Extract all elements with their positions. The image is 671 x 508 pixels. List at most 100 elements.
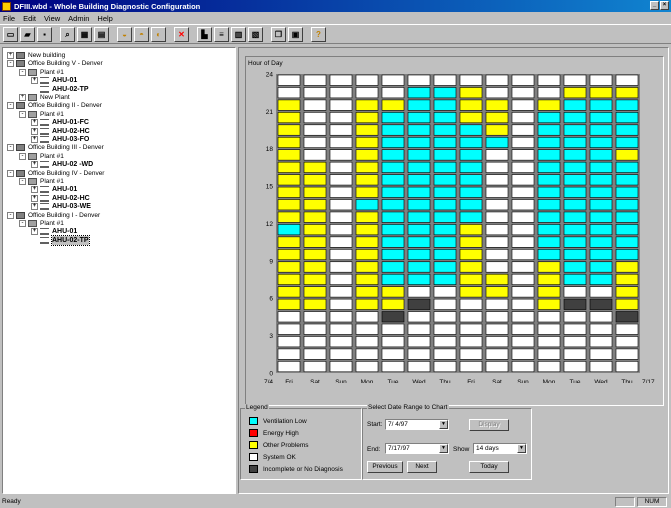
expand-icon[interactable]: [31, 85, 38, 93]
chevron-down-icon[interactable]: ▼: [517, 444, 526, 453]
other-problems-cell: [303, 174, 327, 186]
date-range-title: Select Date Range to Chart: [367, 404, 449, 411]
expand-icon[interactable]: [31, 236, 38, 244]
expand-icon[interactable]: +: [31, 161, 38, 169]
expand-icon[interactable]: +: [31, 203, 38, 211]
system-ok-cell: [511, 99, 535, 111]
chevron-down-icon[interactable]: ▼: [439, 420, 448, 429]
building-tree[interactable]: + New building - Office Building V - Denver…: [2, 47, 236, 494]
tree-node-ahu[interactable]: AHU-02-TP: [31, 234, 90, 246]
system-ok-cell: [511, 161, 535, 173]
other-problems-cell: [277, 236, 301, 248]
chevron-down-icon[interactable]: ▼: [439, 444, 448, 453]
system-ok-cell: [485, 323, 509, 335]
menu-help[interactable]: Help: [97, 14, 112, 23]
cascade-icon[interactable]: ❐: [271, 26, 286, 42]
system-ok-cell: [563, 311, 587, 323]
collapse-icon[interactable]: -: [19, 220, 26, 227]
expand-icon[interactable]: +: [31, 228, 38, 236]
ventilation-low-cell: [537, 199, 561, 211]
delete-icon[interactable]: ✕: [174, 26, 189, 42]
diagnostic-chart[interactable]: 0 3 6 9 12 15 18 21 24 Fri Sat Sun Mon Tue Wed Thu Fri Sa…: [262, 66, 668, 384]
expand-icon[interactable]: +: [19, 94, 26, 101]
expand-icon[interactable]: +: [31, 119, 38, 127]
collapse-icon[interactable]: -: [7, 169, 14, 177]
previous-button[interactable]: Previous: [367, 461, 403, 473]
close-button[interactable]: ×: [660, 1, 669, 10]
expand-icon[interactable]: +: [31, 77, 38, 85]
system-ok-cell: [303, 99, 327, 111]
ventilation-low-cell: [563, 161, 587, 173]
other-problems-cell: [355, 149, 379, 161]
table-icon[interactable]: ▤: [94, 26, 109, 42]
help-icon[interactable]: ?: [311, 26, 326, 42]
other-problems-cell: [537, 286, 561, 298]
tile-icon[interactable]: ▣: [288, 26, 303, 42]
show-days-select[interactable]: 14 days ▼: [473, 443, 527, 454]
collapse-icon[interactable]: -: [7, 60, 14, 68]
system-ok-cell: [511, 199, 535, 211]
other-problems-cell: [615, 273, 639, 285]
expand-icon[interactable]: +: [31, 136, 38, 143]
other-problems-cell: [277, 149, 301, 161]
legend-item-ventilation-low: Ventilation Low: [249, 417, 307, 425]
expand-icon[interactable]: +: [31, 127, 38, 135]
ventilation-low-cell: [537, 136, 561, 148]
system-ok-cell: [329, 298, 353, 310]
other-problems-cell: [355, 136, 379, 148]
start-date-select[interactable]: 7/ 4/97 ▼: [385, 419, 449, 430]
save-icon[interactable]: ▪: [37, 26, 52, 42]
wb1-icon[interactable]: ◒: [117, 26, 132, 42]
ventilation-low-cell: [433, 236, 457, 248]
system-ok-cell: [511, 311, 535, 323]
wb3-icon[interactable]: ◐: [151, 26, 166, 42]
x-tick-label: Sun: [335, 379, 347, 383]
display-button[interactable]: Display: [469, 419, 509, 431]
list-icon[interactable]: ≡: [214, 26, 229, 42]
ventilation-low-cell: [433, 186, 457, 198]
menu-view[interactable]: View: [44, 14, 60, 23]
expand-icon[interactable]: +: [31, 186, 38, 194]
other-problems-cell: [459, 112, 483, 124]
ventilation-low-cell: [563, 261, 587, 273]
ventilation-low-cell: [407, 174, 431, 186]
menu-edit[interactable]: Edit: [23, 14, 36, 23]
new-icon[interactable]: ▭: [3, 26, 18, 42]
collapse-icon[interactable]: -: [19, 110, 26, 118]
ventilation-low-cell: [407, 236, 431, 248]
other-problems-cell: [277, 112, 301, 124]
ventilation-low-cell: [433, 99, 457, 111]
open-icon[interactable]: ▰: [20, 26, 35, 42]
system-ok-cell: [329, 286, 353, 298]
expand-icon[interactable]: +: [7, 52, 14, 59]
end-date-select[interactable]: 7/17/97 ▼: [385, 443, 449, 454]
menu-file[interactable]: File: [3, 14, 15, 23]
today-button[interactable]: Today: [469, 461, 509, 473]
legend-swatch: [249, 453, 258, 461]
collapse-icon[interactable]: -: [7, 102, 14, 110]
expand-icon[interactable]: +: [31, 194, 38, 202]
system-ok-cell: [303, 336, 327, 348]
report-icon[interactable]: ▧: [248, 26, 263, 42]
ventilation-low-cell: [459, 136, 483, 148]
y-tick-label: 6: [269, 296, 273, 303]
other-problems-cell: [589, 87, 613, 99]
system-ok-cell: [563, 348, 587, 360]
system-ok-cell: [303, 149, 327, 161]
other-problems-cell: [459, 261, 483, 273]
chart-icon[interactable]: ▥: [231, 26, 246, 42]
collapse-icon[interactable]: -: [19, 152, 26, 160]
find-icon[interactable]: ⌕: [60, 26, 75, 42]
next-button[interactable]: Next: [407, 461, 437, 473]
wb2-icon[interactable]: ◓: [134, 26, 149, 42]
collapse-icon[interactable]: -: [7, 211, 14, 219]
other-problems-cell: [303, 298, 327, 310]
collapse-icon[interactable]: -: [19, 178, 26, 185]
menu-admin[interactable]: Admin: [68, 14, 89, 23]
grid-icon[interactable]: ▦: [77, 26, 92, 42]
minimize-button[interactable]: _: [650, 1, 659, 10]
collapse-icon[interactable]: -: [7, 144, 14, 152]
collapse-icon[interactable]: -: [19, 68, 26, 76]
system-ok-cell: [303, 323, 327, 335]
building-icon[interactable]: ▙: [197, 26, 212, 42]
